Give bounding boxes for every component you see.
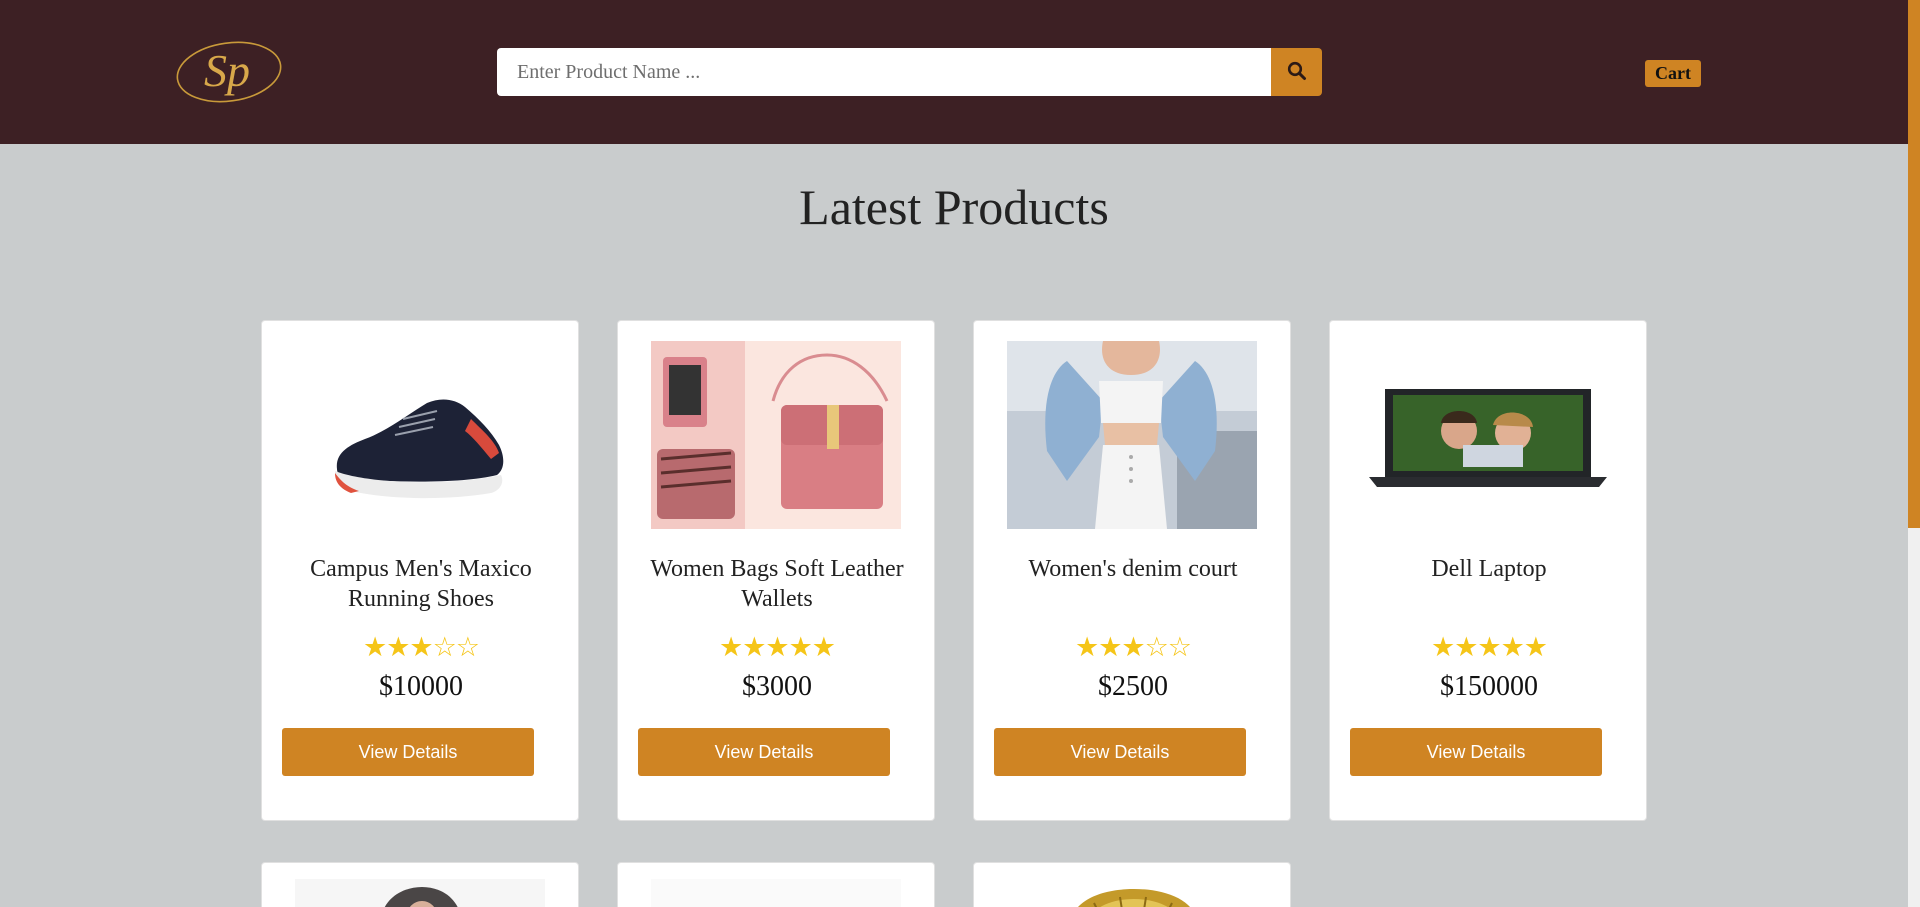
- product-price: $10000: [379, 671, 463, 702]
- product-price: $3000: [742, 671, 812, 702]
- product-price: $150000: [1440, 671, 1538, 702]
- product-image[interactable]: [1007, 341, 1257, 529]
- rating-stars: ★★★☆☆: [1074, 632, 1192, 663]
- denim-jacket-image: [1007, 341, 1257, 529]
- product-card: Campus Men's Maxico Running Shoes ★★★☆☆ …: [261, 320, 579, 821]
- product-name[interactable]: Campus Men's Maxico Running Shoes: [272, 554, 570, 614]
- search-button[interactable]: [1271, 48, 1322, 96]
- product-name[interactable]: Dell Laptop: [1340, 554, 1638, 584]
- view-details-button[interactable]: View Details: [1350, 728, 1602, 776]
- product-image[interactable]: [262, 863, 579, 907]
- view-details-button[interactable]: View Details: [638, 728, 890, 776]
- product-price: $2500: [1098, 671, 1168, 702]
- laptop-image: [1369, 389, 1607, 487]
- rating-stars: ★★★☆☆: [362, 632, 480, 663]
- page-title: Latest Products: [799, 179, 1109, 235]
- search-icon: [1287, 61, 1307, 84]
- pink-leather-wallet-image: [651, 341, 901, 529]
- running-shoe-image: [335, 399, 504, 499]
- rating-stars: ★★★★★: [1430, 632, 1548, 663]
- product-card: [617, 862, 935, 907]
- product-card: Women Bags Soft Leather Wallets ★★★★★ $3…: [617, 320, 935, 821]
- product-card: [973, 862, 1291, 907]
- svg-text:Sp: Sp: [204, 45, 250, 96]
- product-image[interactable]: [1363, 341, 1613, 529]
- product-card: [261, 862, 579, 907]
- product-image[interactable]: [618, 863, 935, 907]
- view-details-button[interactable]: View Details: [994, 728, 1246, 776]
- product-card: Dell Laptop ★★★★★ $150000 View Details: [1329, 320, 1647, 821]
- product-name[interactable]: Women Bags Soft Leather Wallets: [628, 554, 926, 614]
- view-details-button[interactable]: View Details: [282, 728, 534, 776]
- brand-logo[interactable]: Sp: [174, 36, 284, 106]
- top-header: Sp Cart: [0, 0, 1908, 144]
- search-input[interactable]: [497, 48, 1271, 96]
- product-name[interactable]: Women's denim court: [984, 554, 1282, 584]
- rating-stars: ★★★★★: [718, 632, 836, 663]
- product-card: Women's denim court ★★★☆☆ $2500 View Det…: [973, 320, 1291, 821]
- product-image[interactable]: [295, 341, 545, 529]
- product-image[interactable]: [651, 341, 901, 529]
- search-bar: [497, 48, 1322, 96]
- scrollbar-thumb[interactable]: [1908, 0, 1920, 528]
- cart-button[interactable]: Cart: [1645, 60, 1701, 87]
- product-image[interactable]: [974, 863, 1291, 907]
